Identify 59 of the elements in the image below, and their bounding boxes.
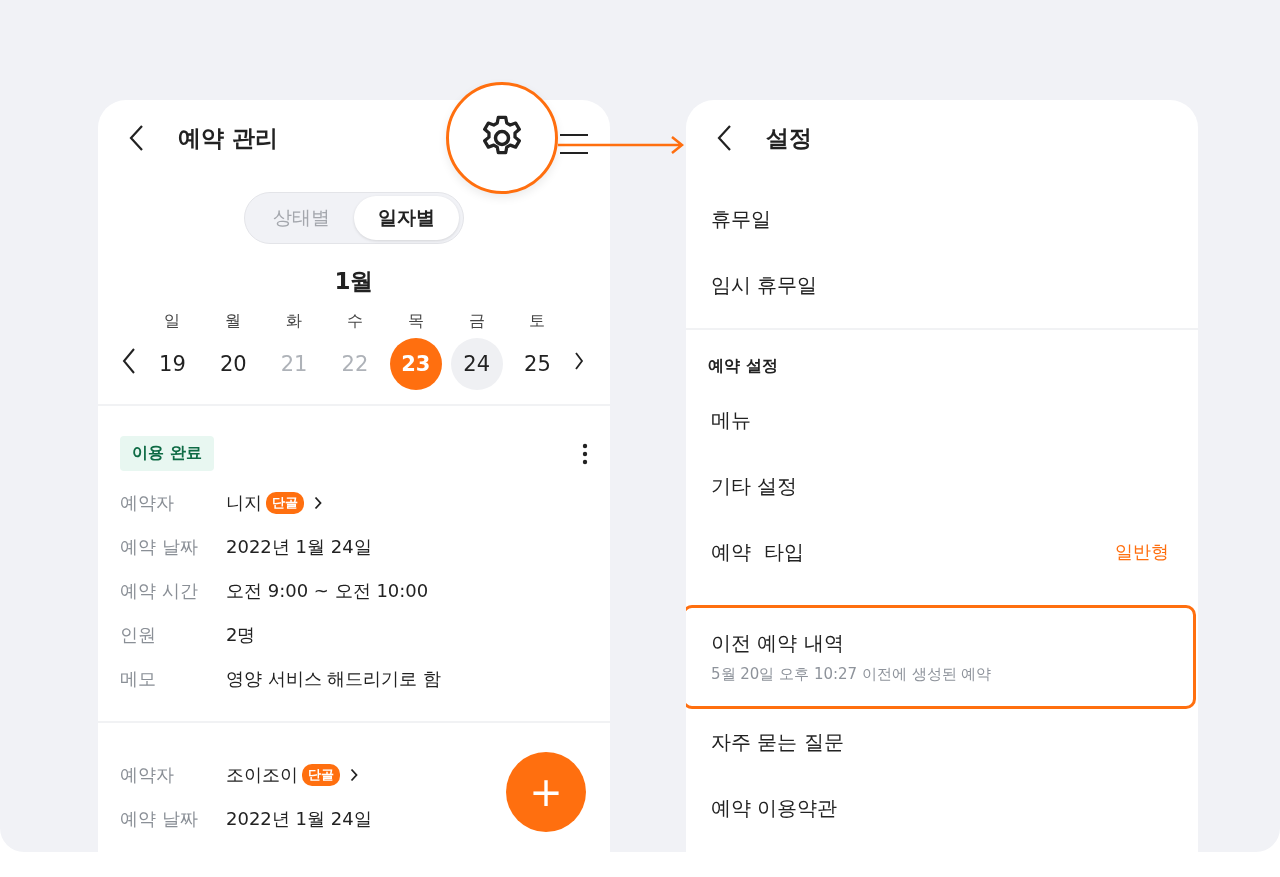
screen-title: 예약 관리	[178, 123, 278, 153]
weekday-label: 수	[346, 311, 363, 332]
item-label: 휴무일	[711, 205, 771, 233]
weekday-label: 금	[468, 311, 485, 332]
chevron-right-icon[interactable]	[314, 496, 322, 510]
previous-week-icon[interactable]	[122, 346, 136, 375]
settings-item[interactable]: 기타 설정	[686, 453, 1196, 519]
status-badge: 이용 완료	[120, 436, 214, 471]
customer-name[interactable]: 니지	[226, 491, 262, 515]
more-options-icon[interactable]	[582, 442, 588, 465]
field-label: 메모	[120, 667, 157, 691]
customer-name[interactable]: 조이조이	[226, 763, 298, 787]
segment-tab[interactable]: 일자별	[354, 196, 459, 240]
field-label: 예약자	[120, 763, 175, 787]
weekday-label: 일	[164, 311, 181, 332]
field-label: 예약자	[120, 491, 175, 515]
field-label: 예약 시간	[120, 579, 199, 603]
field-value: 2명	[226, 623, 256, 647]
weekday-label: 목	[407, 311, 424, 332]
chevron-right-icon[interactable]	[350, 768, 358, 782]
date-button[interactable]: 25	[511, 338, 564, 390]
field-label: 인원	[120, 623, 157, 647]
item-subtitle: 5월 20일 오후 10:27 이전에 생성된 예약	[711, 665, 992, 684]
field-value: 2022년 1월 24일	[226, 807, 372, 831]
weekday-label: 화	[286, 311, 303, 332]
weekday-label: 월	[225, 311, 242, 332]
item-value: 일반형	[1115, 540, 1169, 564]
settings-item[interactable]: 임시 휴무일	[686, 252, 1196, 318]
item-label: 메뉴	[711, 406, 751, 434]
settings-item[interactable]: 예약 타입 일반형	[686, 519, 1196, 585]
field-value: 2022년 1월 24일	[226, 535, 372, 559]
next-week-icon[interactable]	[574, 350, 584, 371]
date-button[interactable]: 20	[207, 338, 260, 390]
highlighted-settings-item[interactable]: 이전 예약 내역 5월 20일 오후 10:27 이전에 생성된 예약	[686, 605, 1196, 709]
item-label: 예약 이용약관	[711, 794, 838, 822]
settings-item[interactable]: 휴무일	[686, 186, 1196, 252]
item-label: 자주 묻는 질문	[711, 728, 844, 756]
month-label: 1월	[333, 267, 375, 296]
date-button[interactable]: 19	[146, 338, 199, 390]
item-label: 이전 예약 내역	[711, 630, 845, 657]
section-header: 예약 설정	[707, 355, 779, 377]
back-icon[interactable]	[716, 124, 732, 152]
regular-tag: 단골	[266, 492, 304, 514]
date-button[interactable]: 24	[450, 338, 503, 390]
field-label: 예약 날짜	[120, 535, 199, 559]
settings-item[interactable]: 자주 묻는 질문	[686, 709, 1196, 775]
back-icon[interactable]	[128, 124, 144, 152]
item-label: 예약 타입	[711, 538, 804, 566]
item-label: 기타 설정	[711, 472, 798, 500]
menu-icon[interactable]	[560, 132, 588, 156]
field-label: 예약 날짜	[120, 807, 199, 831]
field-value: 오전 9:00 ~ 오전 10:00	[226, 579, 429, 603]
field-value: 영양 서비스 해드리기로 함	[226, 667, 442, 691]
settings-item[interactable]: 메뉴	[686, 387, 1196, 453]
weekday-label: 토	[529, 311, 546, 332]
screen-title: 설정	[766, 123, 812, 153]
item-label: 임시 휴무일	[711, 271, 818, 299]
regular-tag: 단골	[302, 764, 340, 786]
settings-item[interactable]: 예약 이용약관	[686, 775, 1196, 841]
